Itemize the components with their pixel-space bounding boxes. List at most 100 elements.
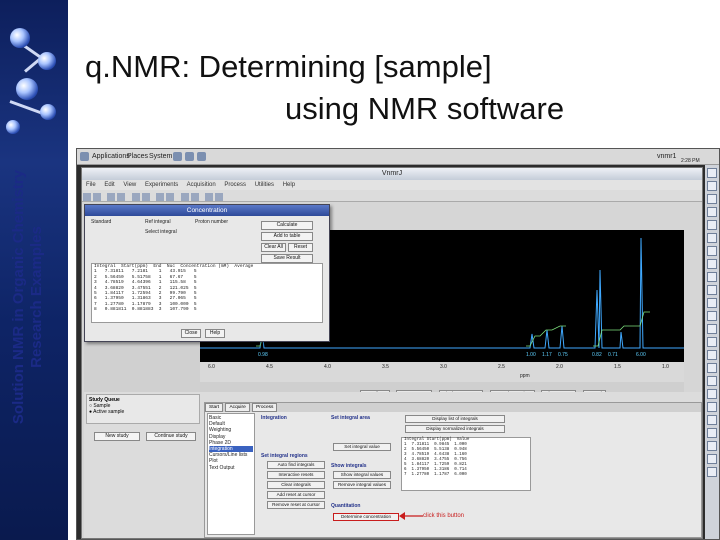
tool-icon[interactable] <box>707 454 717 464</box>
toolbar-icon[interactable] <box>205 193 214 201</box>
tool-icon[interactable] <box>707 350 717 360</box>
tool-icon[interactable] <box>707 181 717 191</box>
toolbar-icon[interactable] <box>166 193 175 201</box>
tool-icon[interactable] <box>707 389 717 399</box>
toolbar-icon[interactable] <box>93 193 101 201</box>
display-normalized-integrals-button[interactable]: Display normalized integrals <box>405 425 505 433</box>
axis-tick: 4.0 <box>324 364 331 370</box>
toolbar-icon[interactable] <box>190 193 199 201</box>
show-integral-values-button[interactable]: Show integral values <box>333 471 391 479</box>
launcher-icon[interactable] <box>185 152 194 161</box>
tool-icon[interactable] <box>707 272 717 282</box>
save-result-button[interactable]: Save Result <box>261 254 313 263</box>
app-menu-icon[interactable] <box>80 152 89 161</box>
menu-acquisition[interactable]: Acquisition <box>187 182 216 188</box>
toolbar-icon[interactable] <box>131 193 140 201</box>
toolbar-icon[interactable] <box>107 193 116 201</box>
side-title-line2: Research Examples <box>28 226 45 368</box>
axis-tick: 2.0 <box>556 364 563 370</box>
tool-icon[interactable] <box>707 311 717 321</box>
remove-integral-values-button[interactable]: Remove integral values <box>333 481 391 489</box>
calculate-button[interactable]: Calculate <box>261 221 313 230</box>
menu-applications[interactable]: Applications <box>92 153 130 160</box>
axis-tick: 3.5 <box>382 364 389 370</box>
list-item[interactable]: Text Output <box>209 465 253 471</box>
axis-tick: 3.0 <box>440 364 447 370</box>
tool-icon[interactable] <box>707 194 717 204</box>
radio-active-sample-label: Active sample <box>93 409 125 415</box>
interactive-resets-button[interactable]: Interactive resets <box>267 471 325 479</box>
clear-integrals-button[interactable]: Clear integrals <box>267 481 325 489</box>
menu-places[interactable]: Places <box>127 153 148 160</box>
reset-button[interactable]: Reset <box>288 243 313 252</box>
side-toolbar <box>705 165 719 539</box>
tool-icon[interactable] <box>707 259 717 269</box>
toolbar-icon[interactable] <box>83 193 91 201</box>
add-to-table-button[interactable]: Add to table <box>261 232 313 241</box>
help-button[interactable]: Help <box>205 329 225 338</box>
tool-icon[interactable] <box>707 220 717 230</box>
continue-study-button[interactable]: Continue study <box>146 432 196 441</box>
tool-icon[interactable] <box>707 415 717 425</box>
tab-start[interactable]: Start <box>205 403 224 412</box>
vnmrj-window: VnmrJ File Edit View Experiments Acquisi… <box>81 167 703 539</box>
auto-find-integrals-button[interactable]: Auto find integrals <box>267 461 325 469</box>
menu-utilities[interactable]: Utilities <box>255 182 274 188</box>
tab-process[interactable]: Process <box>252 403 278 412</box>
menu-view[interactable]: View <box>123 182 136 188</box>
side-title-line1: Solution NMR in Organic Chemistry <box>10 169 27 425</box>
menu-help[interactable]: Help <box>283 182 295 188</box>
add-reset-button[interactable]: Add reset at cursor <box>267 491 325 499</box>
menu-system[interactable]: System <box>149 153 172 160</box>
menu-experiments[interactable]: Experiments <box>145 182 178 188</box>
menu-process[interactable]: Process <box>224 182 246 188</box>
tool-icon[interactable] <box>707 168 717 178</box>
tool-icon[interactable] <box>707 363 717 373</box>
tool-icon[interactable] <box>707 207 717 217</box>
group-quantitation: Quantitation <box>331 503 361 509</box>
toolbar-icon[interactable] <box>141 193 150 201</box>
tab-acquire[interactable]: Acquire <box>225 403 250 412</box>
new-study-button[interactable]: New study <box>94 432 140 441</box>
axis-unit: ppm <box>520 373 530 379</box>
tool-icon[interactable] <box>707 285 717 295</box>
display-integral-list-button[interactable]: Display list of integrals <box>405 415 505 423</box>
tool-icon[interactable] <box>707 246 717 256</box>
desktop-top-bar: Applications Places System vnmr1 2:28 PM <box>77 149 719 165</box>
toolbar-icon[interactable] <box>180 193 189 201</box>
concentration-dialog: Concentration Standard Ref integral Prot… <box>84 204 330 342</box>
tool-icon[interactable] <box>707 467 717 477</box>
toolbar-icon[interactable] <box>156 193 165 201</box>
process-tabs: Start Acquire Process <box>205 403 701 412</box>
set-integral-value-button[interactable]: Set integral value <box>333 443 391 451</box>
tool-icon[interactable] <box>707 402 717 412</box>
axis-tick: 6.0 <box>208 364 215 370</box>
clear-all-button[interactable]: Clear All <box>261 243 286 252</box>
group-integration: Integration <box>261 415 287 421</box>
tool-icon[interactable] <box>707 298 717 308</box>
tool-icon[interactable] <box>707 324 717 334</box>
remove-reset-button[interactable]: Remove reset at cursor <box>267 501 325 509</box>
launcher-icon[interactable] <box>197 152 206 161</box>
process-panel: Start Acquire Process Basic Default Weig… <box>204 402 702 538</box>
menu-edit[interactable]: Edit <box>104 182 114 188</box>
clock-label: 2:28 PM <box>681 158 700 164</box>
molecule-atom <box>40 104 56 120</box>
tool-icon[interactable] <box>707 441 717 451</box>
study-queue-box: Study Queue ○ Sample ● Active sample <box>86 394 200 424</box>
process-page-list: Basic Default Weighting Display Phase 2D… <box>207 413 255 535</box>
label-ref-integral: Ref integral <box>145 219 171 225</box>
close-button[interactable]: Close <box>181 329 201 338</box>
toolbar-icon[interactable] <box>215 193 224 201</box>
radio-active-sample[interactable]: ● Active sample <box>89 409 197 415</box>
menu-file[interactable]: File <box>86 182 96 188</box>
tool-icon[interactable] <box>707 376 717 386</box>
molecule-bond <box>9 100 43 115</box>
launcher-icon[interactable] <box>173 152 182 161</box>
tool-icon[interactable] <box>707 337 717 347</box>
toolbar-icon[interactable] <box>117 193 126 201</box>
tool-icon[interactable] <box>707 233 717 243</box>
vnmrj-toolbar <box>82 190 702 202</box>
tool-icon[interactable] <box>707 428 717 438</box>
determine-concentration-button[interactable]: Determine concentration <box>333 513 399 521</box>
